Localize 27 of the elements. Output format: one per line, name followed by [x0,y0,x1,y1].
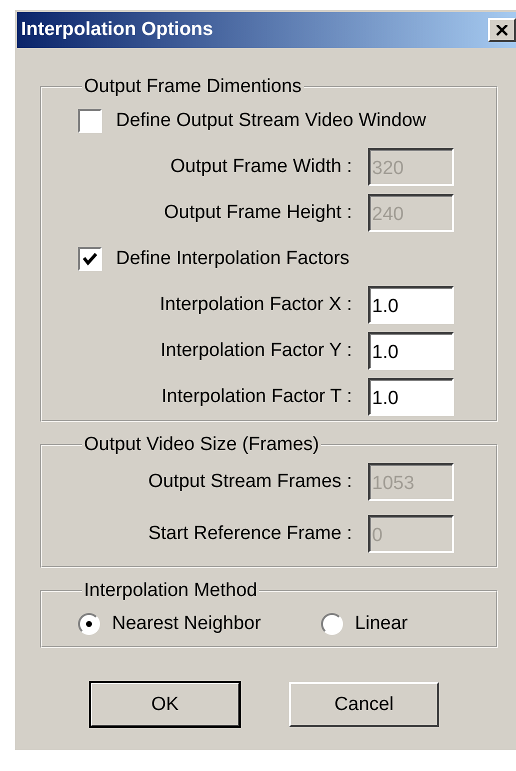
checkbox-label[interactable]: Define Output Stream Video Window [116,110,426,132]
radio-label[interactable]: Linear [354,613,408,635]
field-label: Start Reference Frame : [148,523,352,545]
checkbox[interactable] [78,247,102,271]
radio-button[interactable] [78,613,100,635]
ok-button[interactable]: OK [90,682,240,727]
input-field[interactable]: 1.0 [368,378,454,416]
checkbox-label[interactable]: Define Interpolation Factors [116,248,350,270]
check-icon [82,252,98,266]
field-label: Interpolation Factor X : [160,294,352,316]
cancel-button[interactable]: Cancel [289,682,439,727]
group-label: Output Frame Dimentions [83,76,303,98]
field-label: Interpolation Factor T : [162,386,352,408]
field-label: Output Frame Width : [170,156,352,178]
close-button[interactable] [488,18,516,42]
radio-label[interactable]: Nearest Neighbor [112,613,261,635]
input-field[interactable]: 1.0 [368,286,454,324]
radio-button[interactable] [320,613,343,635]
checkbox[interactable] [78,109,102,133]
close-icon [496,24,508,36]
field-label: Output Frame Height : [164,202,352,224]
group-label: Output Video Size (Frames) [83,434,320,456]
window-title: Interpolation Options [20,19,214,41]
group-label: Interpolation Method [83,580,258,602]
field-label: Output Stream Frames : [148,471,352,493]
field-label: Interpolation Factor Y : [160,340,352,362]
input-field[interactable]: 1.0 [368,332,454,370]
